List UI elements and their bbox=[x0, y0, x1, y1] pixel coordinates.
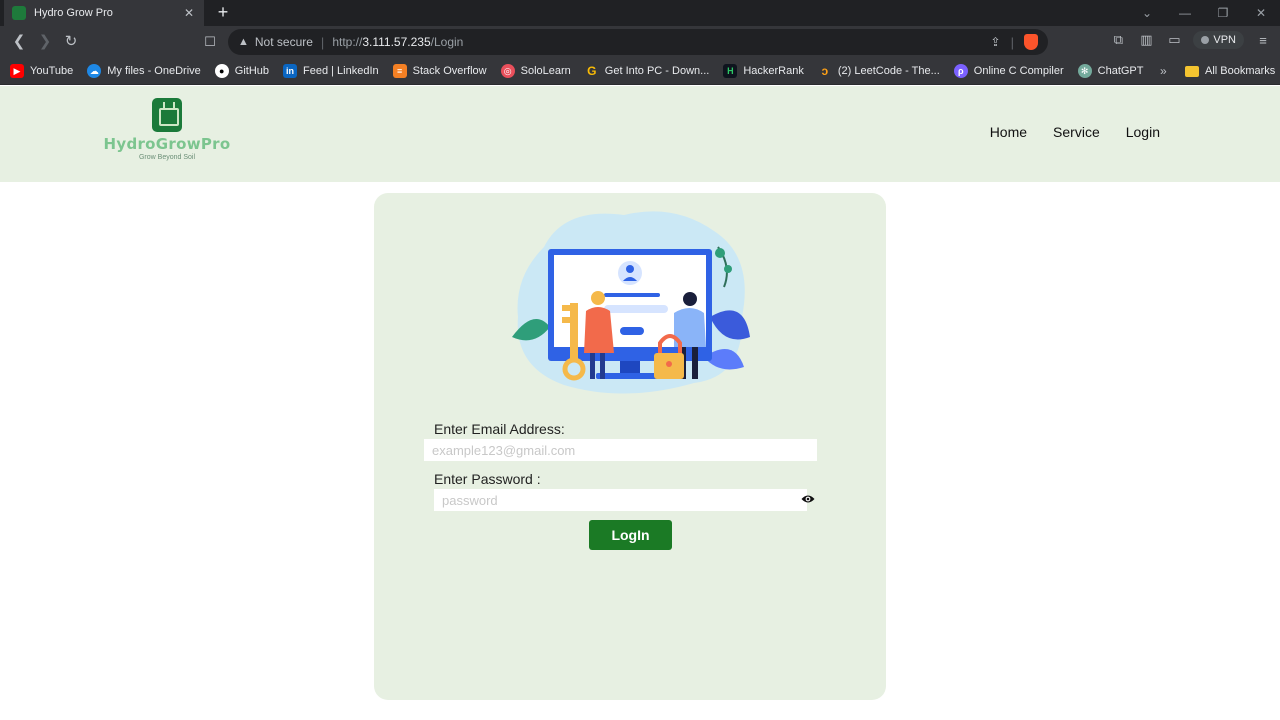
tab-title: Hydro Grow Pro bbox=[34, 7, 113, 19]
sidebar-icon[interactable]: ▥ bbox=[1137, 32, 1155, 48]
bookmark-page-icon[interactable]: ☐ bbox=[200, 32, 220, 52]
address-bar[interactable]: ▲ Not secure | http://3.111.57.235/Login… bbox=[228, 29, 1048, 55]
share-icon[interactable]: ⇪ bbox=[991, 35, 1001, 49]
brave-shields-icon[interactable] bbox=[1024, 34, 1038, 50]
bookmark-leetcode[interactable]: ↄ (2) LeetCode - The... bbox=[818, 64, 940, 78]
leetcode-icon: ↄ bbox=[821, 64, 829, 78]
bookmark-online-c-compiler[interactable]: ρ Online C Compiler bbox=[953, 64, 1064, 78]
show-password-icon[interactable] bbox=[801, 494, 815, 504]
omnibox-actions: ⇪ | bbox=[991, 34, 1038, 50]
onedrive-icon: ☁ bbox=[87, 64, 102, 78]
bookmark-hackerrank[interactable]: H HackerRank bbox=[723, 64, 804, 78]
browser-tab-bar: Hydro Grow Pro ✕ + ⌄ — ❐ ✕ bbox=[0, 0, 1280, 26]
logo-tagline: Grow Beyond Soil bbox=[138, 154, 196, 161]
getintopc-icon: G bbox=[587, 64, 597, 78]
email-input[interactable] bbox=[424, 439, 817, 461]
reload-icon[interactable]: ↻ bbox=[61, 32, 81, 52]
youtube-icon: ▶ bbox=[10, 64, 24, 78]
nav-home[interactable]: Home bbox=[990, 124, 1027, 140]
email-label: Enter Email Address: bbox=[434, 421, 565, 437]
hackerrank-icon: H bbox=[723, 64, 738, 78]
close-window-icon[interactable]: ✕ bbox=[1242, 0, 1280, 26]
minimize-icon[interactable]: — bbox=[1166, 0, 1204, 26]
linkedin-icon: in bbox=[283, 64, 298, 78]
extensions-icon[interactable]: ⧉ bbox=[1109, 32, 1127, 48]
bookmark-chatgpt[interactable]: ✻ ChatGPT bbox=[1077, 64, 1144, 78]
back-icon[interactable]: ❮ bbox=[9, 32, 29, 52]
compiler-icon: ρ bbox=[953, 64, 968, 78]
more-bookmarks-icon[interactable]: » bbox=[1160, 64, 1167, 78]
main-nav: Home Service Login bbox=[990, 124, 1160, 140]
password-input[interactable] bbox=[434, 489, 807, 511]
nav-service[interactable]: Service bbox=[1053, 124, 1100, 140]
folder-icon bbox=[1185, 65, 1199, 77]
nav-login[interactable]: Login bbox=[1126, 124, 1160, 140]
security-status[interactable]: Not secure bbox=[255, 35, 313, 49]
stackoverflow-icon: ≡ bbox=[392, 64, 407, 78]
tab-search-icon[interactable]: ⌄ bbox=[1128, 0, 1166, 26]
browser-toolbar: ❮ ❯ ↻ ☐ ▲ Not secure | http://3.111.57.2… bbox=[0, 26, 1280, 58]
close-tab-icon[interactable]: ✕ bbox=[182, 6, 196, 20]
omnibox-divider: | bbox=[1010, 34, 1014, 50]
all-bookmarks-button[interactable]: All Bookmarks bbox=[1185, 65, 1275, 77]
site-header: HydroGrowPro Grow Beyond Soil Home Servi… bbox=[0, 86, 1280, 182]
forward-icon[interactable]: ❯ bbox=[35, 32, 55, 52]
window-controls: ⌄ — ❐ ✕ bbox=[1128, 0, 1280, 26]
bookmark-getintopc[interactable]: G Get Into PC - Down... bbox=[585, 64, 709, 78]
login-illustration bbox=[512, 211, 750, 394]
bookmark-youtube[interactable]: ▶ YouTube bbox=[10, 64, 73, 78]
browser-tab[interactable]: Hydro Grow Pro ✕ bbox=[4, 0, 204, 26]
new-tab-button[interactable]: + bbox=[213, 2, 233, 22]
bookmark-github[interactable]: ● GitHub bbox=[214, 64, 269, 78]
bookmark-stackoverflow[interactable]: ≡ Stack Overflow bbox=[392, 64, 487, 78]
vpn-status-icon bbox=[1201, 36, 1210, 44]
site-logo[interactable]: HydroGrowPro Grow Beyond Soil bbox=[100, 98, 234, 161]
menu-icon[interactable]: ≡ bbox=[1254, 33, 1272, 48]
vpn-button[interactable]: VPN bbox=[1193, 31, 1244, 49]
login-card: Enter Email Address: Enter Password : Lo… bbox=[374, 193, 886, 700]
url-separator: | bbox=[320, 34, 325, 50]
password-label: Enter Password : bbox=[434, 471, 541, 487]
restore-icon[interactable]: ❐ bbox=[1204, 0, 1242, 26]
site-favicon-icon bbox=[12, 6, 26, 20]
logo-text: HydroGrowPro bbox=[103, 135, 231, 153]
wallet-icon[interactable]: ▭ bbox=[1165, 32, 1183, 48]
chatgpt-icon: ✻ bbox=[1077, 64, 1092, 78]
sololearn-icon: ◎ bbox=[500, 64, 515, 78]
bookmarks-bar: ▶ YouTube ☁ My files - OneDrive ● GitHub in… bbox=[0, 58, 1280, 85]
hydroponic-plant-icon bbox=[152, 98, 182, 132]
login-button[interactable]: LogIn bbox=[589, 520, 672, 550]
url-text[interactable]: http://3.111.57.235/Login bbox=[332, 35, 463, 49]
bookmark-onedrive[interactable]: ☁ My files - OneDrive bbox=[87, 64, 201, 78]
bookmark-linkedin[interactable]: in Feed | LinkedIn bbox=[283, 64, 379, 78]
bookmark-sololearn[interactable]: ◎ SoloLearn bbox=[500, 64, 571, 78]
warning-icon: ▲ bbox=[238, 36, 249, 48]
github-icon: ● bbox=[214, 64, 229, 78]
toolbar-right: ⧉ ▥ ▭ VPN ≡ bbox=[1109, 31, 1272, 49]
